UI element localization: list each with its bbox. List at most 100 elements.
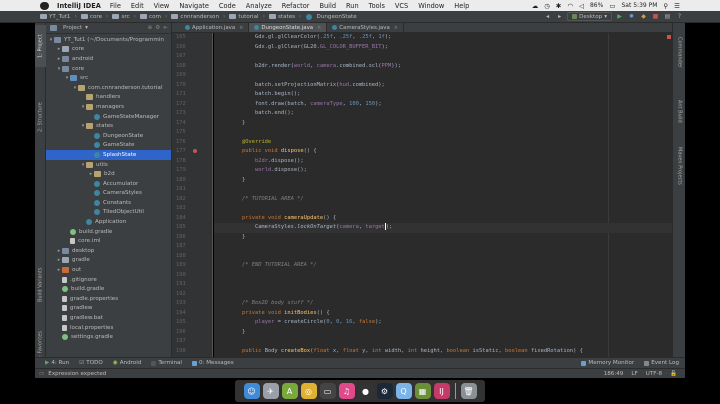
line-number[interactable]: 187 <box>172 242 212 252</box>
tree-item[interactable]: local.properties <box>46 323 171 333</box>
tree-item[interactable]: TiledObjectUtil <box>46 208 171 218</box>
editor-tab[interactable]: CameraStyles.java × <box>327 23 404 32</box>
tab-maven-projects[interactable]: Maven Projects <box>673 139 686 193</box>
help-icon[interactable]: ? <box>675 12 684 21</box>
line-number[interactable]: 165 <box>172 33 212 43</box>
line-number[interactable]: 195 <box>172 318 212 328</box>
clock-icon[interactable]: ◷ <box>544 2 550 10</box>
android-studio-icon[interactable]: A <box>281 383 298 399</box>
tab-android[interactable]: ◉ Android <box>113 360 142 366</box>
breadcrumb-cnnranderson[interactable]: cnnranderson <box>169 14 221 20</box>
forward-icon[interactable]: ▸ <box>555 12 564 21</box>
menu-analyze[interactable]: Analyze <box>246 2 272 10</box>
editor-tab[interactable]: DungeonState.java × <box>249 23 328 32</box>
tree-item[interactable]: ▸ gradle <box>46 256 171 266</box>
tab-messages[interactable]: 0: Messages <box>191 360 234 366</box>
menu-edit[interactable]: Edit <box>131 2 144 10</box>
sdk-manager-icon[interactable]: ▤ <box>663 12 672 21</box>
line-number[interactable]: 193 <box>172 299 212 309</box>
line-number[interactable]: 181 <box>172 185 212 195</box>
override-marker-icon[interactable] <box>193 149 197 153</box>
clock[interactable]: Sat 5:39 PM <box>621 2 657 9</box>
line-number[interactable]: 168 <box>172 62 212 72</box>
screen-icon[interactable]: ▭ <box>319 383 336 399</box>
tree-item[interactable]: Application <box>46 217 171 227</box>
line-number[interactable]: 174 <box>172 119 212 129</box>
line-number[interactable]: 190 <box>172 271 212 281</box>
sync-icon[interactable]: ⊕ <box>148 25 153 31</box>
line-number[interactable]: 169 <box>172 71 212 81</box>
tree-item[interactable]: ▸ android <box>46 54 171 64</box>
line-number[interactable]: 166 <box>172 43 212 53</box>
menu-build[interactable]: Build <box>319 2 336 10</box>
tree-item[interactable]: core.iml <box>46 236 171 246</box>
list-icon[interactable]: ☰ <box>674 2 680 10</box>
tab-project[interactable]: 1: Project <box>35 25 46 67</box>
menu-run[interactable]: Run <box>346 2 359 10</box>
bluetooth-icon[interactable]: ✱ <box>556 2 561 10</box>
hide-icon[interactable]: ⇤ <box>163 25 168 31</box>
close-icon[interactable]: × <box>394 25 398 31</box>
line-number[interactable]: 171 <box>172 90 212 100</box>
tree-item[interactable]: ▾ src <box>46 73 171 83</box>
caret-position[interactable]: 186:49 <box>604 371 624 377</box>
tree-item[interactable]: ▾ com.cnnranderson.tutorial <box>46 83 171 93</box>
line-number[interactable]: 178 <box>172 157 212 167</box>
run-config-select[interactable]: Desktop ▾ <box>567 12 612 21</box>
tree-item[interactable]: ▾ utils <box>46 160 171 170</box>
menu-vcs[interactable]: VCS <box>395 2 408 10</box>
tree-item[interactable]: Constants <box>46 198 171 208</box>
project-view-select[interactable]: Project <box>63 25 82 31</box>
breadcrumb-project[interactable]: YT_Tut1 <box>38 14 73 20</box>
volume-icon[interactable]: ◁ <box>579 2 584 10</box>
tree-item[interactable]: gradlew <box>46 304 171 314</box>
tab-event-log[interactable]: Event Log <box>644 360 679 366</box>
line-number[interactable]: 180 <box>172 176 212 186</box>
menu-tools[interactable]: Tools <box>369 2 385 10</box>
tab-ant-build[interactable]: Ant Build <box>673 93 686 129</box>
tab-commander[interactable]: Commander <box>673 29 686 75</box>
tree-item[interactable]: .gitignore <box>46 275 171 285</box>
tab-terminal[interactable]: Terminal <box>151 360 182 366</box>
line-number[interactable]: 182 <box>172 195 212 205</box>
breadcrumb-com[interactable]: com <box>138 14 163 20</box>
breadcrumb-src[interactable]: src <box>110 14 131 20</box>
line-number[interactable]: 177 <box>172 147 212 157</box>
tree-item[interactable]: CameraStyles <box>46 189 171 199</box>
tab-run[interactable]: ▶ 4: Run <box>45 360 69 366</box>
status-toggle-icon[interactable]: ▭ <box>39 371 44 377</box>
line-number[interactable]: 196 <box>172 328 212 338</box>
tree-item[interactable]: gradle.properties <box>46 294 171 304</box>
close-icon[interactable]: × <box>239 25 243 31</box>
minecraft-icon[interactable]: ▦ <box>414 383 431 399</box>
line-number[interactable]: 173 <box>172 109 212 119</box>
tree-item[interactable]: SplashState <box>46 150 171 160</box>
app-menu[interactable]: IntelliJ IDEA <box>57 2 101 10</box>
line-number[interactable]: 192 <box>172 290 212 300</box>
breadcrumb-states[interactable]: states <box>267 14 297 20</box>
line-number[interactable]: 194 <box>172 309 212 319</box>
line-number[interactable]: 167 <box>172 52 212 62</box>
breadcrumb-core[interactable]: core <box>79 14 104 20</box>
steam-icon[interactable]: ⚙ <box>376 383 393 399</box>
line-number[interactable]: 186 <box>172 233 212 243</box>
tree-item[interactable]: ▾ YT_Tut1 (~/Documents/Programmin <box>46 35 171 45</box>
code-editor[interactable]: Gdx.gl.glClearColor(.25f, .25f, .25f, 1f… <box>214 33 672 357</box>
line-number[interactable]: 188 <box>172 252 212 262</box>
tree-item[interactable]: ▾ states <box>46 121 171 131</box>
line-number[interactable]: 184 <box>172 214 212 224</box>
apple-icon[interactable] <box>40 1 49 10</box>
breadcrumb-dungeonstate[interactable]: DungeonState <box>304 13 359 20</box>
tree-item[interactable]: settings.gradle <box>46 332 171 342</box>
stop-icon[interactable]: ■ <box>651 12 660 21</box>
line-number[interactable]: 197 <box>172 337 212 347</box>
line-number[interactable]: 183 <box>172 204 212 214</box>
itunes-icon[interactable]: ♫ <box>338 383 355 399</box>
wifi-icon[interactable]: ◠ <box>567 2 573 10</box>
tab-structure[interactable]: 2: Structure <box>35 95 46 139</box>
menu-help[interactable]: Help <box>454 2 469 10</box>
menu-file[interactable]: File <box>110 2 121 10</box>
intellij-icon[interactable]: IJ <box>433 383 450 399</box>
menu-refactor[interactable]: Refactor <box>282 2 310 10</box>
tree-item[interactable]: build.gradle <box>46 284 171 294</box>
